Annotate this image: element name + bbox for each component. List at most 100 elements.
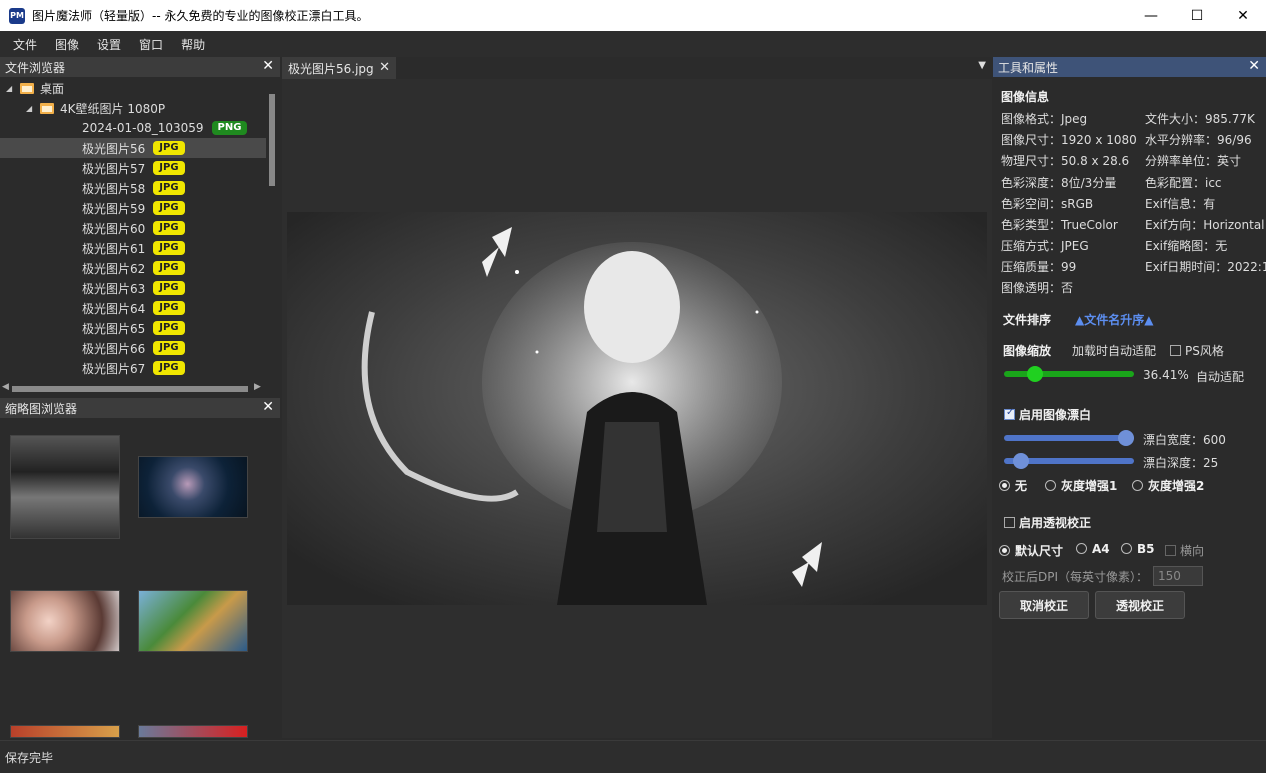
thumbnail-image[interactable]	[138, 590, 248, 652]
size-b5-radio[interactable]: B5	[1121, 542, 1155, 556]
checkbox-icon[interactable]	[1170, 345, 1181, 356]
zoom-auto-label[interactable]: 加载时自动适配	[1072, 342, 1156, 359]
title-bar: PM 图片魔法师（轻量版）-- 永久免费的专业的图像校正漂白工具。 — ☐ ✕	[0, 0, 1266, 31]
bleach-depth-handle[interactable]	[1013, 453, 1029, 469]
file-list-item[interactable]: 极光图片56 JPG	[0, 138, 266, 158]
file-list-item[interactable]: 2024-01-08_103059 PNG	[0, 118, 266, 138]
expand-icon[interactable]: ◢	[26, 104, 36, 113]
info-field: 物理尺寸：50.8 x 28.6	[1001, 154, 1130, 168]
close-button[interactable]: ✕	[1220, 0, 1266, 31]
dpi-input[interactable]: 150	[1153, 566, 1203, 586]
file-list-item[interactable]: 极光图片59 JPG	[0, 198, 266, 218]
expand-icon[interactable]: ◢	[6, 84, 16, 93]
mode-gray1-radio[interactable]: 灰度增强1	[1045, 477, 1117, 494]
file-list-item[interactable]: 极光图片64 JPG	[0, 298, 266, 318]
maximize-button[interactable]: ☐	[1174, 0, 1220, 31]
image-canvas[interactable]	[282, 79, 992, 738]
file-list-item[interactable]: 极光图片61 JPG	[0, 238, 266, 258]
perspective-correction-button[interactable]: 透视校正	[1095, 591, 1185, 619]
radio-icon[interactable]	[1076, 543, 1087, 554]
radio-icon[interactable]	[999, 480, 1010, 491]
file-type-badge: JPG	[153, 201, 185, 215]
thumbnail-grid	[0, 418, 280, 738]
thumbnail-image[interactable]	[10, 590, 120, 652]
file-list-item[interactable]: 极光图片62 JPG	[0, 258, 266, 278]
zoom-fit-link[interactable]: 自动适配	[1196, 368, 1244, 385]
info-field: 分辨率单位：英寸	[1145, 154, 1242, 168]
file-list-item[interactable]: 极光图片63 JPG	[0, 278, 266, 298]
perspective-enable-checkbox[interactable]: 启用透视校正	[1004, 514, 1091, 531]
folder-icon	[40, 102, 54, 114]
bleach-enable-checkbox[interactable]: 启用图像漂白	[1004, 406, 1091, 423]
info-field: 压缩质量：99	[1001, 260, 1077, 274]
folder-icon	[20, 82, 34, 94]
menu-image[interactable]: 图像	[46, 36, 88, 53]
checkbox-icon[interactable]	[1004, 407, 1015, 420]
info-field: 色彩类型：TrueColor	[1001, 218, 1118, 232]
thumbnail-image[interactable]	[138, 725, 248, 738]
bleach-width-slider[interactable]	[1004, 430, 1134, 446]
size-default-radio[interactable]: 默认尺寸	[999, 542, 1063, 559]
tree-node-desktop[interactable]: ◢ 桌面	[0, 78, 266, 98]
close-icon[interactable]: ✕	[379, 60, 390, 75]
file-list-item[interactable]: 极光图片65 JPG	[0, 318, 266, 338]
checkbox-icon[interactable]	[1165, 545, 1176, 556]
file-list-item[interactable]: 极光图片60 JPG	[0, 218, 266, 238]
file-list-item[interactable]: 极光图片58 JPG	[0, 178, 266, 198]
sort-order-link[interactable]: ▲文件名升序▲	[1075, 311, 1153, 328]
close-icon[interactable]: ✕	[262, 399, 274, 415]
scroll-thumb[interactable]	[269, 94, 275, 186]
menu-window[interactable]: 窗口	[130, 36, 172, 53]
close-icon[interactable]: ✕	[262, 58, 274, 74]
zoom-percent: 36.41%	[1143, 368, 1189, 382]
zoom-slider[interactable]	[1004, 366, 1134, 382]
radio-icon[interactable]	[1132, 480, 1143, 491]
sort-label: 文件排序	[1003, 313, 1052, 327]
file-name: 极光图片61	[82, 241, 146, 256]
tree-horizontal-scrollbar[interactable]: ◀ ▶	[0, 382, 278, 396]
window-title: 图片魔法师（轻量版）-- 永久免费的专业的图像校正漂白工具。	[32, 9, 369, 23]
size-b5-label: B5	[1137, 542, 1155, 556]
minimize-button[interactable]: —	[1128, 0, 1174, 31]
file-list-item[interactable]: 极光图片67 JPG	[0, 358, 266, 378]
bleach-width-handle[interactable]	[1118, 430, 1134, 446]
menu-settings[interactable]: 设置	[88, 36, 130, 53]
mode-gray1-label: 灰度增强1	[1061, 479, 1118, 493]
thumbnail-image[interactable]	[10, 435, 120, 539]
close-icon[interactable]: ✕	[1248, 58, 1260, 74]
info-field: Exif缩略图：无	[1145, 239, 1228, 253]
chevron-down-icon[interactable]: ▼	[978, 60, 986, 71]
file-name: 极光图片57	[82, 161, 146, 176]
ps-style-checkbox[interactable]: PS风格	[1170, 342, 1224, 359]
tab-image[interactable]: 极光图片56.jpg ✕	[282, 57, 396, 79]
thumbnail-image[interactable]	[138, 456, 248, 518]
ps-style-label: PS风格	[1185, 344, 1224, 358]
landscape-checkbox[interactable]: 横向	[1165, 542, 1204, 559]
file-type-badge: JPG	[153, 321, 185, 335]
scroll-left-icon[interactable]: ◀	[2, 382, 9, 392]
file-list-item[interactable]: 极光图片66 JPG	[0, 338, 266, 358]
tree-node-folder[interactable]: ◢ 4K壁纸图片 1080P	[0, 98, 266, 118]
bleach-depth-slider[interactable]	[1004, 453, 1134, 469]
tree-vertical-scrollbar[interactable]	[266, 82, 278, 378]
radio-icon[interactable]	[1121, 543, 1132, 554]
menu-help[interactable]: 帮助	[172, 36, 214, 53]
checkbox-icon[interactable]	[1004, 517, 1015, 528]
thumbnail-image[interactable]	[10, 725, 120, 738]
info-field: 图像透明：否	[1001, 281, 1074, 295]
menu-file[interactable]: 文件	[4, 36, 46, 53]
radio-icon[interactable]	[1045, 480, 1056, 491]
file-list-item[interactable]: 极光图片57 JPG	[0, 158, 266, 178]
zoom-slider-handle[interactable]	[1027, 366, 1043, 382]
radio-icon[interactable]	[999, 545, 1010, 556]
info-field: 色彩空间：sRGB	[1001, 197, 1094, 211]
scroll-right-icon[interactable]: ▶	[254, 382, 261, 392]
file-browser-title: 文件浏览器	[5, 60, 66, 75]
cancel-correction-button[interactable]: 取消校正	[999, 591, 1089, 619]
file-name: 极光图片63	[82, 281, 146, 296]
bleach-enable-label: 启用图像漂白	[1019, 408, 1092, 422]
size-a4-radio[interactable]: A4	[1076, 542, 1110, 556]
mode-gray2-radio[interactable]: 灰度增强2	[1132, 477, 1204, 494]
mode-none-radio[interactable]: 无	[999, 477, 1027, 494]
scroll-thumb[interactable]	[12, 386, 248, 392]
